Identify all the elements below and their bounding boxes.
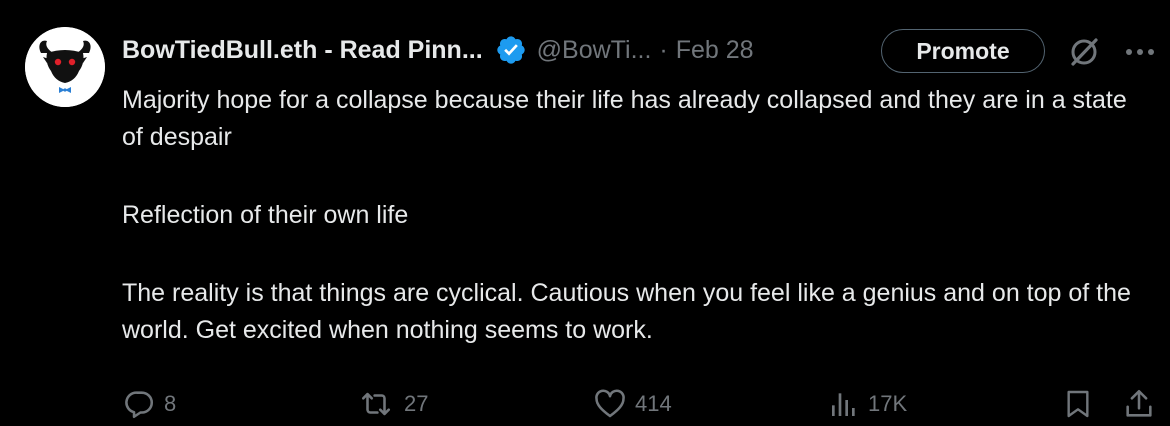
like-icon xyxy=(595,389,625,418)
reply-count: 8 xyxy=(164,391,177,416)
tweet: BowTiedBull.eth - Read Pinn... @BowTi...… xyxy=(0,0,1170,426)
share-button[interactable] xyxy=(1122,382,1156,426)
reply-icon xyxy=(125,391,154,419)
author-display-name[interactable]: BowTiedBull.eth - Read Pinn... xyxy=(122,36,483,65)
bull-logo-icon xyxy=(25,27,105,107)
verified-badge-icon[interactable] xyxy=(495,34,527,66)
repost-count: 27 xyxy=(404,391,429,416)
tweet-header: BowTiedBull.eth - Read Pinn... @BowTi...… xyxy=(122,30,754,70)
more-icon[interactable] xyxy=(1124,38,1156,66)
grok-icon[interactable] xyxy=(1066,34,1102,70)
repost-icon xyxy=(361,392,391,416)
bookmark-button[interactable] xyxy=(1062,382,1094,426)
repost-button[interactable]: 27 xyxy=(356,382,428,426)
header-separator: · xyxy=(659,35,668,64)
tweet-paragraph: Majority hope for a collapse because the… xyxy=(122,86,1127,151)
bookmark-icon xyxy=(1067,390,1089,418)
reply-button[interactable]: 8 xyxy=(122,382,176,426)
views-count: 17K xyxy=(868,391,908,416)
tweet-actions: 8 27 414 17K xyxy=(0,382,1170,426)
tweet-date[interactable]: Feb 28 xyxy=(676,36,754,65)
author-handle[interactable]: @BowTi... xyxy=(537,36,652,65)
views-icon xyxy=(832,393,855,416)
avatar[interactable] xyxy=(25,27,105,107)
like-count: 414 xyxy=(635,391,672,416)
tweet-paragraph: Reflection of their own life xyxy=(122,201,409,229)
like-button[interactable]: 414 xyxy=(593,382,672,426)
share-icon xyxy=(1126,389,1152,417)
tweet-paragraph: The reality is that things are cyclical.… xyxy=(122,279,1131,344)
tweet-text: Majority hope for a collapse because the… xyxy=(122,82,1142,349)
promote-button[interactable]: Promote xyxy=(881,29,1045,73)
views-button[interactable]: 17K xyxy=(828,382,907,426)
